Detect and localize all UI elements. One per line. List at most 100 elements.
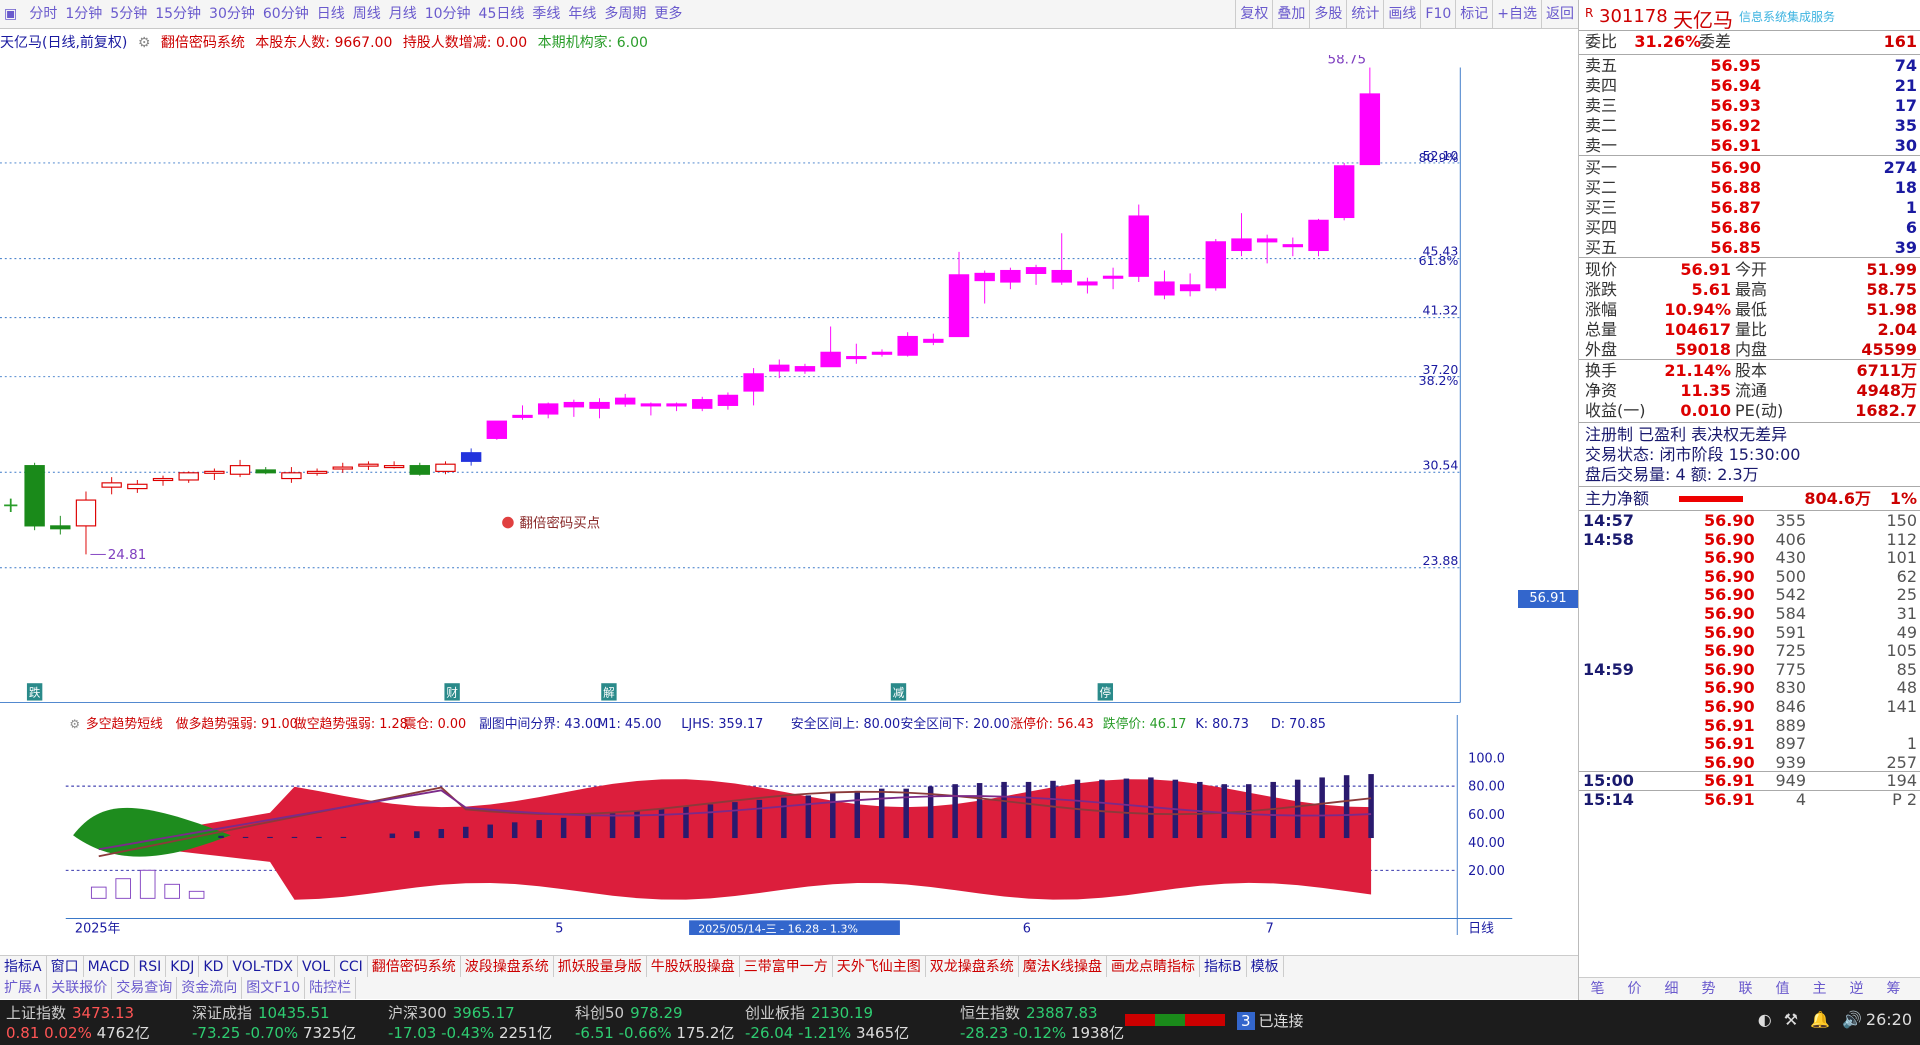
- institutions-count: 本期机构家: 6.00: [537, 35, 648, 51]
- sell-row-3[interactable]: 卖二 56.92 35: [1579, 116, 1920, 136]
- period-tab-8[interactable]: 月线: [385, 0, 421, 28]
- toolbar-btn-6[interactable]: 标记: [1455, 0, 1492, 28]
- toolbar-btn-5[interactable]: F10: [1420, 0, 1455, 28]
- right-tab-2[interactable]: 细: [1653, 978, 1690, 1000]
- index-item-0[interactable]: 上证指数 3473.13 0.81 0.02% 4762亿: [6, 1002, 150, 1042]
- indicator-tab-6[interactable]: VOL-TDX: [228, 956, 298, 978]
- period-tab-2[interactable]: 5分钟: [106, 0, 151, 28]
- indicator-tab-16[interactable]: 魔法K线操盘: [1019, 956, 1107, 978]
- ind-bar-20: [585, 815, 591, 839]
- right-tab-7[interactable]: 逆: [1838, 978, 1875, 1000]
- stat-label: 现价: [1585, 260, 1618, 279]
- indicator-tab-17[interactable]: 画龙点睛指标: [1107, 956, 1200, 978]
- candle-15: [409, 462, 430, 476]
- toolbar-btn-0[interactable]: 复权: [1235, 0, 1272, 28]
- buy-row-0[interactable]: 买一 56.90 274: [1579, 158, 1920, 178]
- buy-row-3[interactable]: 买四 56.86 6: [1579, 218, 1920, 238]
- indicator-tab-11[interactable]: 抓妖股量身版: [554, 956, 647, 978]
- bottom-tab-5[interactable]: 陆控栏: [305, 977, 357, 999]
- indicator-tab-7[interactable]: VOL: [298, 956, 336, 978]
- stat-label2: 最高: [1735, 280, 1768, 299]
- right-tab-3[interactable]: 势: [1690, 978, 1727, 1000]
- candlestick-chart[interactable]: 52.1045.4341.3237.2030.5423.8880.9%61.8%…: [0, 55, 1518, 715]
- bottom-tab-1[interactable]: 关联报价: [47, 977, 113, 999]
- buy-price: 56.90: [1710, 158, 1761, 177]
- toolbar-btn-7[interactable]: +自选: [1492, 0, 1541, 28]
- right-tab-5[interactable]: 值: [1764, 978, 1801, 1000]
- period-tab-4[interactable]: 30分钟: [205, 0, 259, 28]
- right-tab-1[interactable]: 价: [1616, 978, 1653, 1000]
- period-tab-6[interactable]: 日线: [313, 0, 349, 28]
- index-item-4[interactable]: 创业板指 2130.19 -26.04 -1.21% 3465亿: [745, 1002, 909, 1042]
- stat-label2: 内盘: [1735, 340, 1768, 359]
- period-tab-10[interactable]: 45日线: [475, 0, 529, 28]
- period-tab-0[interactable]: 分时: [25, 0, 61, 28]
- bottom-tab-0[interactable]: 扩展∧: [0, 977, 48, 999]
- indicator-tab-4[interactable]: KDJ: [166, 956, 200, 978]
- period-tab-14[interactable]: 更多: [650, 0, 686, 28]
- stat-value: 11.35: [1680, 381, 1731, 400]
- indicator-tab-12[interactable]: 牛股妖股操盘: [647, 956, 740, 978]
- settings-icon[interactable]: ⚙: [138, 35, 151, 51]
- bell-icon[interactable]: 🔔: [1810, 1010, 1830, 1029]
- buy-row-1[interactable]: 买二 56.88 18: [1579, 178, 1920, 198]
- bottom-tab-3[interactable]: 资金流向: [177, 977, 243, 999]
- sell-row-0[interactable]: 卖五 56.95 74: [1579, 56, 1920, 76]
- index-item-1[interactable]: 深证成指 10435.51 -73.25 -0.70% 7325亿: [192, 1002, 356, 1042]
- indicator-tab-13[interactable]: 三带富甲一方: [740, 956, 833, 978]
- index-item-3[interactable]: 科创50 978.29 -6.51 -0.66% 175.2亿: [575, 1002, 734, 1042]
- indicator-tab-1[interactable]: 窗口: [47, 956, 84, 978]
- ind-bar-21: [609, 813, 616, 839]
- bottom-tab-4[interactable]: 图文F10: [242, 977, 306, 999]
- toolbar-btn-2[interactable]: 多股: [1309, 0, 1346, 28]
- indicator-tab-19[interactable]: 模板: [1247, 956, 1284, 978]
- indicator-tab-3[interactable]: RSI: [135, 956, 167, 978]
- volume-icon[interactable]: 🔊: [1842, 1010, 1862, 1029]
- indicator-tab-18[interactable]: 指标B: [1200, 956, 1247, 978]
- indicator-tab-2[interactable]: MACD: [84, 956, 135, 978]
- toolbar-btn-3[interactable]: 统计: [1346, 0, 1383, 28]
- right-tab-8[interactable]: 筹: [1875, 978, 1912, 1000]
- index-item-5[interactable]: 恒生指数 23887.83 -28.23 -0.12% 1938亿: [960, 1002, 1124, 1042]
- sell-row-4[interactable]: 卖一 56.91 30: [1579, 136, 1920, 156]
- buy-row-2[interactable]: 买三 56.87 1: [1579, 198, 1920, 218]
- toolbar-btn-8[interactable]: 返回: [1541, 0, 1578, 28]
- right-tab-4[interactable]: 联: [1727, 978, 1764, 1000]
- sell-row-1[interactable]: 卖四 56.94 21: [1579, 76, 1920, 96]
- tray-icon-1[interactable]: ◐: [1758, 1010, 1772, 1029]
- tray-icon-2[interactable]: ⚒: [1784, 1010, 1798, 1029]
- period-tab-7[interactable]: 周线: [349, 0, 385, 28]
- indicator-tab-0[interactable]: 指标A: [0, 956, 47, 978]
- indicator-tab-5[interactable]: KD: [199, 956, 229, 978]
- stat-label: 涨跌: [1585, 280, 1618, 299]
- candle-50: [1308, 218, 1329, 257]
- sell-row-2[interactable]: 卖三 56.93 17: [1579, 96, 1920, 116]
- indicator-tab-14[interactable]: 天外飞仙主图: [833, 956, 926, 978]
- period-tab-12[interactable]: 年线: [564, 0, 600, 28]
- period-tab-5[interactable]: 60分钟: [259, 0, 313, 28]
- buy-row-4[interactable]: 买五 56.85 39: [1579, 238, 1920, 258]
- index-item-2[interactable]: 沪深300 3965.17 -17.03 -0.43% 2251亿: [388, 1002, 552, 1042]
- bottom-tab-2[interactable]: 交易查询: [112, 977, 178, 999]
- ind-label-0: 做多趋势强弱: 91.00: [176, 716, 298, 732]
- buy-volume: 274: [1883, 158, 1917, 177]
- indicator-tab-10[interactable]: 波段操盘系统: [461, 956, 554, 978]
- toolbar-btn-4[interactable]: 画线: [1383, 0, 1420, 28]
- grid-icon[interactable]: ▣: [0, 0, 21, 28]
- right-tab-6[interactable]: 主: [1801, 978, 1838, 1000]
- period-tab-9[interactable]: 10分钟: [421, 0, 475, 28]
- indicator-tab-9[interactable]: 翻倍密码系统: [368, 956, 461, 978]
- ind-bar-9: [316, 836, 322, 839]
- period-tab-1[interactable]: 1分钟: [61, 0, 106, 28]
- period-tab-13[interactable]: 多周期: [600, 0, 650, 28]
- candle-21: [563, 399, 585, 417]
- toolbar-btn-1[interactable]: 叠加: [1272, 0, 1309, 28]
- indicator-tab-8[interactable]: CCI: [335, 956, 368, 978]
- indicator-tab-15[interactable]: 双龙操盘系统: [926, 956, 1019, 978]
- period-tab-11[interactable]: 季线: [528, 0, 564, 28]
- right-tab-0[interactable]: 笔: [1579, 978, 1616, 1000]
- indicator-chart[interactable]: ⚙ 多空趋势短线 做多趋势强弱: 91.00做空趋势强弱: 1.28震仓: 0.00…: [0, 715, 1578, 935]
- price-label-4: 30.54: [1423, 457, 1459, 472]
- stat-row-0: 现价 56.91 今开 51.99: [1579, 260, 1920, 280]
- period-tab-3[interactable]: 15分钟: [151, 0, 205, 28]
